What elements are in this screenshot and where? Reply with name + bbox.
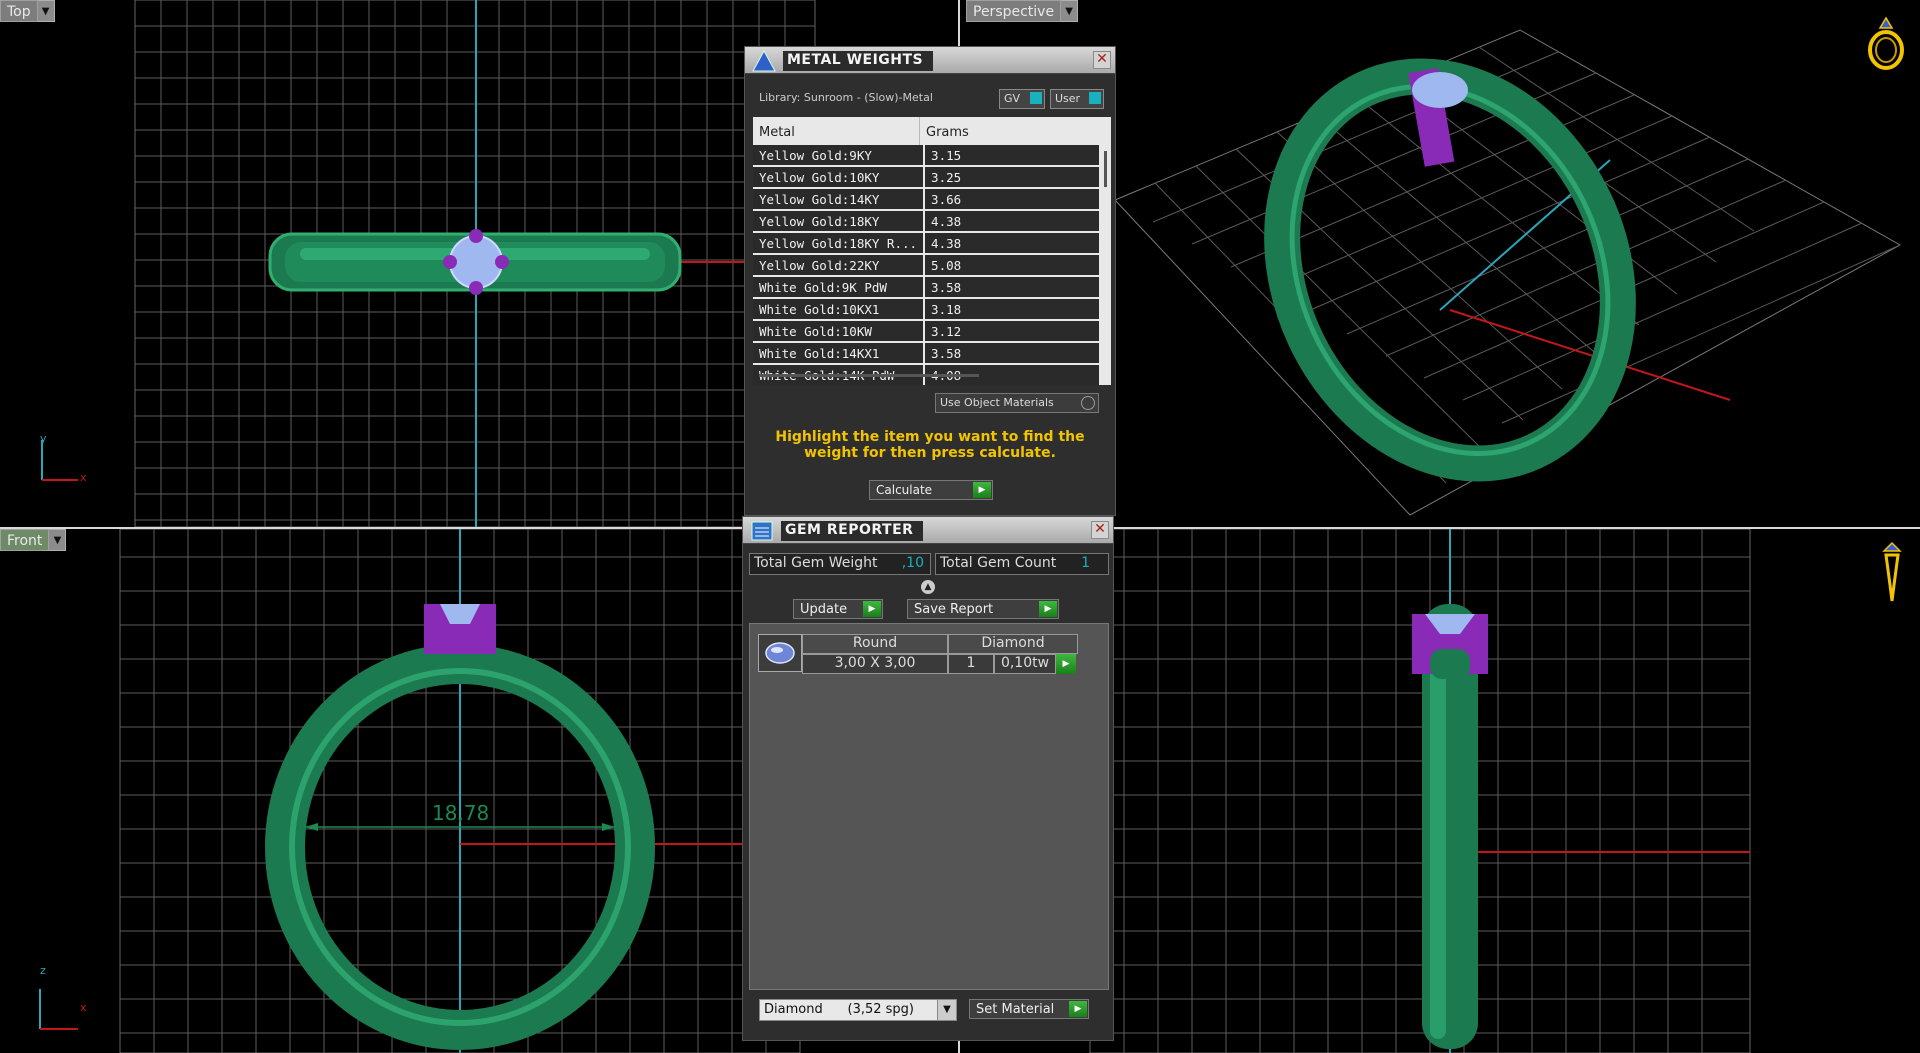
play-icon: ▶ — [1039, 601, 1057, 617]
material-select[interactable]: Diamond (3,52 spg) ▼ — [759, 999, 957, 1021]
metal-table-container[interactable]: Metal Grams Yellow Gold:9KY 3.15 Yellow G… — [753, 117, 1111, 385]
play-icon[interactable]: ▶ — [1056, 654, 1076, 674]
table-row[interactable]: Yellow Gold:9KY 3.15 — [753, 145, 1102, 167]
gem-setting-icon[interactable] — [1878, 541, 1906, 605]
viewport-label: Top — [0, 0, 38, 22]
user-toggle[interactable]: User — [1050, 89, 1104, 109]
save-report-label: Save Report — [914, 601, 994, 617]
close-icon[interactable]: ✕ — [1091, 521, 1109, 539]
column-header-grams[interactable]: Grams — [920, 117, 975, 145]
instruction-text: Highlight the item you want to find the … — [775, 429, 1085, 461]
vertical-scrollbar[interactable] — [1104, 151, 1107, 187]
column-header-metal[interactable]: Metal — [753, 117, 920, 145]
gem-type: Diamond — [948, 634, 1078, 654]
gem-top-view — [449, 235, 503, 289]
table-row[interactable]: Yellow Gold:18KY 4.38 — [753, 210, 1102, 233]
total-weight-value: ,10 — [901, 555, 924, 571]
viewport-menu-front[interactable]: Front ▼ — [0, 529, 67, 551]
chevron-down-icon: ▼ — [937, 1000, 956, 1020]
axis-label-x: x — [80, 471, 87, 484]
update-button[interactable]: Update ▶ — [793, 599, 883, 619]
total-weight-field: Total Gem Weight ,10 — [749, 553, 931, 575]
gem-report-icon — [751, 521, 773, 541]
gem-size: 3,00 X 3,00 — [802, 654, 948, 674]
table-row[interactable]: Yellow Gold:14KY 3.66 — [753, 188, 1102, 211]
set-material-button[interactable]: Set Material ▶ — [969, 999, 1089, 1019]
play-icon: ▶ — [863, 601, 881, 617]
calculate-button[interactable]: Calculate ▶ — [869, 480, 993, 500]
close-icon[interactable]: ✕ — [1093, 51, 1111, 69]
horizontal-scrollbar[interactable] — [759, 374, 979, 377]
metal-weights-panel: METAL WEIGHTS ✕ Library: Sunroom - (Slow… — [744, 46, 1116, 516]
gem-list[interactable]: Round Diamond 3,00 X 3,00 1 0,10tw ▶ — [749, 623, 1109, 990]
set-material-label: Set Material — [976, 1001, 1055, 1017]
metal-weights-table: Yellow Gold:9KY 3.15 Yellow Gold:10KY 3.25… — [753, 145, 1102, 385]
use-object-materials-label: Use Object Materials — [940, 396, 1054, 409]
use-object-materials-toggle[interactable]: Use Object Materials — [935, 393, 1099, 413]
material-select-value: Diamond (3,52 spg) — [764, 1002, 914, 1017]
update-label: Update — [800, 601, 848, 617]
table-row[interactable]: Yellow Gold:10KY 3.25 — [753, 166, 1102, 189]
chevron-down-icon[interactable]: ▼ — [1061, 0, 1079, 22]
total-count-label: Total Gem Count — [940, 555, 1057, 571]
collapse-handle[interactable]: ▲ — [921, 580, 935, 594]
calculate-label: Calculate — [876, 483, 933, 497]
gem-count: 1 — [948, 654, 994, 674]
viewport-menu-perspective[interactable]: Perspective ▼ — [966, 0, 1079, 22]
table-row[interactable]: White Gold:10KX1 3.18 — [753, 298, 1102, 321]
dimension-label: 18,78 — [432, 801, 490, 825]
panel-title: METAL WEIGHTS — [783, 51, 934, 71]
axis-label-z: z — [40, 964, 46, 977]
table-row[interactable]: Yellow Gold:22KY 5.08 — [753, 254, 1102, 277]
chevron-down-icon[interactable]: ▼ — [49, 529, 67, 551]
chevron-down-icon[interactable]: ▼ — [37, 0, 55, 22]
total-count-value: 1 — [1081, 555, 1090, 571]
play-icon: ▶ — [1069, 1001, 1087, 1017]
axis-label-x: x — [80, 1001, 87, 1014]
gem-row[interactable]: Round Diamond 3,00 X 3,00 1 0,10tw ▶ — [802, 634, 1078, 674]
total-weight-label: Total Gem Weight — [754, 555, 878, 571]
axis-label-y: y — [40, 432, 47, 445]
user-label: User — [1055, 92, 1081, 105]
table-row[interactable]: White Gold:14KX1 3.58 — [753, 342, 1102, 365]
play-icon: ▶ — [973, 482, 991, 498]
gem-reporter-panel: GEM REPORTER ✕ Total Gem Weight ,10 Tota… — [742, 516, 1114, 1041]
viewport-menu-top[interactable]: Top ▼ — [0, 0, 55, 22]
gv-label: GV — [1004, 92, 1021, 105]
gv-toggle[interactable]: GV — [999, 89, 1045, 109]
save-report-button[interactable]: Save Report ▶ — [907, 599, 1059, 619]
metal-weights-titlebar[interactable]: METAL WEIGHTS ✕ — [745, 47, 1115, 74]
triangle-app-icon — [752, 49, 776, 72]
table-row[interactable]: White Gold:10KW 3.12 — [753, 320, 1102, 343]
panel-title: GEM REPORTER — [781, 521, 924, 541]
table-row[interactable]: Yellow Gold:18KY R... 4.38 — [753, 232, 1102, 255]
gem-shape: Round — [802, 634, 948, 654]
round-gem-icon — [765, 642, 795, 664]
viewport-label: Perspective — [966, 0, 1062, 22]
library-label: Library: Sunroom - (Slow)-Metal — [759, 91, 933, 104]
table-row[interactable]: White Gold:9K PdW 3.58 — [753, 276, 1102, 299]
gem-thumbnail[interactable] — [758, 634, 802, 672]
ring-icon[interactable] — [1866, 14, 1906, 72]
total-count-field: Total Gem Count 1 — [935, 553, 1109, 575]
gem-weight: 0,10tw — [994, 654, 1056, 674]
viewport-label: Front — [0, 529, 50, 551]
gem-reporter-titlebar[interactable]: GEM REPORTER ✕ — [743, 517, 1113, 544]
